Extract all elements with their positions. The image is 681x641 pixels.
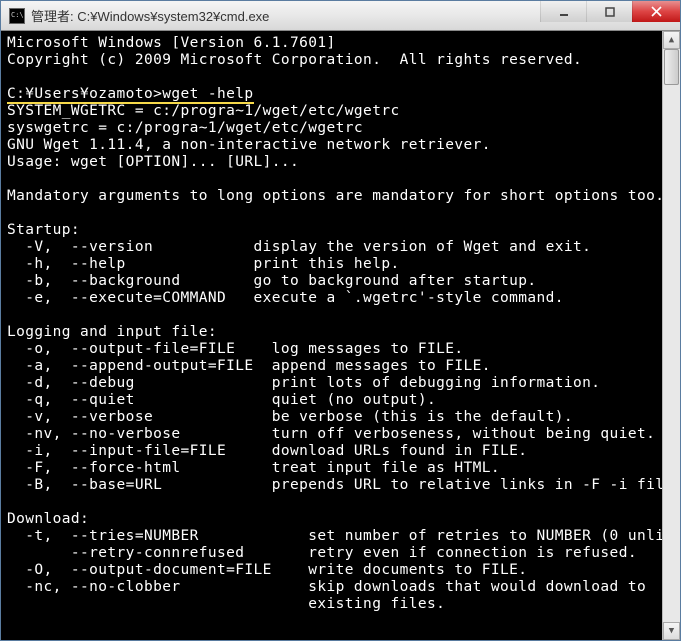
scrollbar[interactable]: ▲ ▼ xyxy=(662,31,680,640)
scroll-thumb[interactable] xyxy=(664,49,679,85)
terminal-area: Microsoft Windows [Version 6.1.7601] Cop… xyxy=(1,31,680,640)
close-icon xyxy=(651,6,662,17)
close-button[interactable] xyxy=(632,1,680,22)
terminal-output[interactable]: Microsoft Windows [Version 6.1.7601] Cop… xyxy=(1,31,662,640)
window-controls xyxy=(540,1,680,30)
minimize-button[interactable] xyxy=(540,1,586,22)
cmd-icon xyxy=(9,8,25,24)
scroll-down-button[interactable]: ▼ xyxy=(663,622,680,640)
maximize-icon xyxy=(605,7,615,17)
cmd-window: 管理者: C:¥Windows¥system32¥cmd.exe Microso… xyxy=(0,0,681,641)
scroll-up-button[interactable]: ▲ xyxy=(663,31,680,49)
window-title: 管理者: C:¥Windows¥system32¥cmd.exe xyxy=(31,6,540,25)
minimize-icon xyxy=(559,7,569,17)
maximize-button[interactable] xyxy=(586,1,632,22)
titlebar[interactable]: 管理者: C:¥Windows¥system32¥cmd.exe xyxy=(1,1,680,31)
scroll-track[interactable] xyxy=(663,49,680,622)
